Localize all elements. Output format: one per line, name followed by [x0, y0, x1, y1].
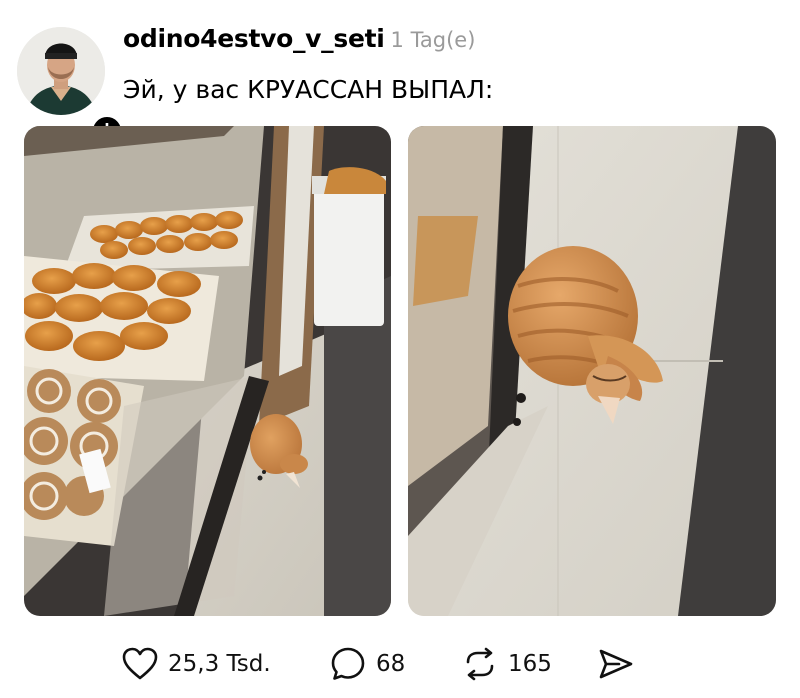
heart-icon: [122, 647, 158, 680]
share-button[interactable]: [597, 646, 635, 682]
avatar-container[interactable]: +: [17, 27, 124, 148]
username[interactable]: odino4estvo_v_seti: [123, 24, 385, 53]
avatar[interactable]: [17, 27, 105, 115]
comment-icon: [331, 647, 365, 680]
post-image-1[interactable]: [24, 126, 391, 616]
post-actions-bar: 25,3 Tsd. 68 165: [0, 640, 800, 688]
like-count: 25,3 Tsd.: [168, 651, 271, 677]
repost-button[interactable]: 165: [462, 646, 552, 682]
post-card: + odino4estvo_v_seti1 Tag(e) Эй, у вас К…: [0, 0, 800, 698]
comment-count: 68: [376, 651, 406, 677]
post-header: odino4estvo_v_seti 1 Tag(e): [123, 24, 475, 53]
repost-icon: [466, 647, 494, 681]
like-button[interactable]: 25,3 Tsd.: [122, 646, 271, 682]
post-caption: Эй, у вас КРУАССАН ВЫПАЛ:: [123, 75, 494, 104]
comment-button[interactable]: 68: [330, 646, 405, 682]
share-icon: [599, 649, 633, 679]
post-time: 1 Tag(e): [390, 28, 476, 52]
repost-count: 165: [508, 651, 552, 677]
post-image-2[interactable]: [408, 126, 776, 616]
